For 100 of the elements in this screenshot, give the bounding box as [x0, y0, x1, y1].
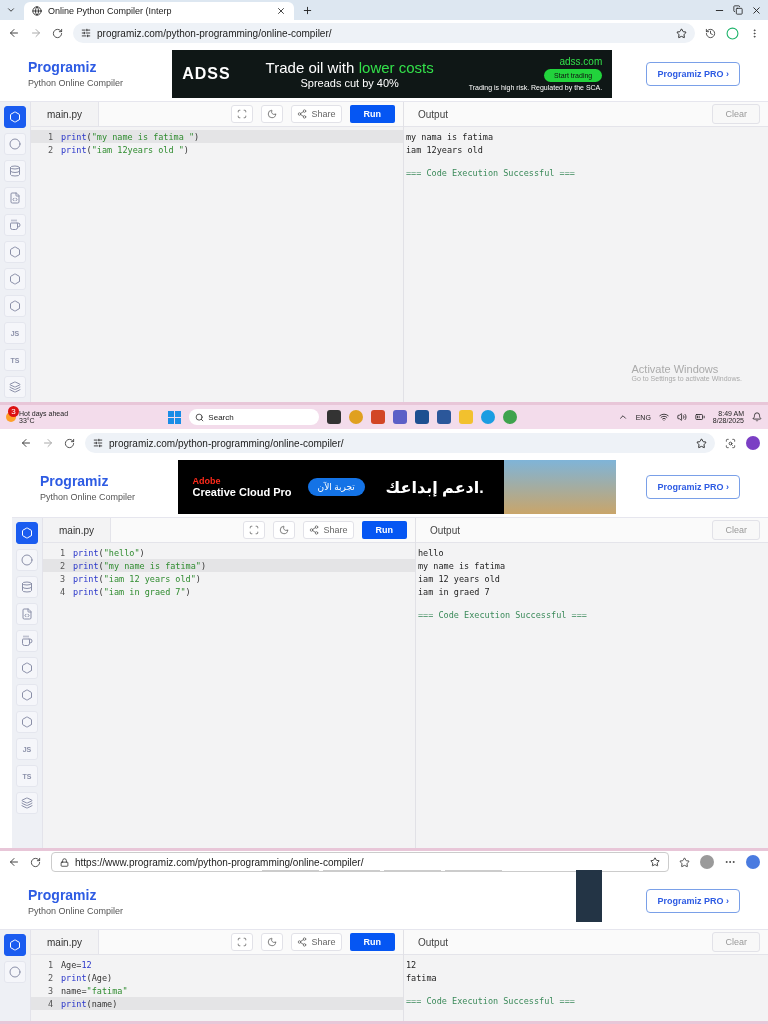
back-icon[interactable]	[20, 437, 32, 449]
profile-icon[interactable]	[726, 26, 739, 40]
assistant-icon[interactable]	[746, 855, 760, 869]
fullscreen-button[interactable]	[243, 521, 266, 539]
notification-bell-icon[interactable]	[752, 412, 762, 422]
line-number: 3	[46, 984, 54, 997]
ad-headline: ادعم إبداعك.	[384, 477, 485, 497]
reload-icon[interactable]	[52, 27, 63, 39]
output-line: iam 12 years old	[417, 572, 501, 585]
run-button[interactable]: Run	[349, 933, 395, 951]
coffee-cup-icon	[9, 219, 21, 231]
app-icon[interactable]	[327, 410, 342, 424]
fullscreen-icon	[249, 525, 260, 535]
document-app-icon[interactable]	[437, 410, 452, 424]
line-number: 2	[46, 143, 54, 156]
pro-button[interactable]: Programiz PRO ›	[646, 475, 740, 499]
logo-subtitle: Python Online Compiler	[40, 491, 137, 502]
code-line: name="fatima"	[61, 984, 129, 997]
notification-badge: 3	[8, 406, 19, 417]
line-number: 1	[31, 130, 61, 143]
browser-app-icon[interactable]	[503, 410, 518, 424]
execution-status: === Code Execution Successful ===	[405, 166, 576, 179]
database-icon	[9, 165, 21, 177]
history-icon[interactable]	[705, 27, 716, 39]
layers-icon	[21, 797, 33, 809]
hexagon-icon	[21, 716, 33, 728]
address-bar[interactable]: programiz.com/python-programming/online-compiler/	[85, 433, 715, 453]
tab-list-icon[interactable]	[6, 5, 16, 15]
line-number: 3	[58, 572, 66, 585]
browser-app-icon[interactable]	[481, 410, 496, 424]
share-button[interactable]: Share	[291, 933, 342, 951]
profile-avatar[interactable]	[700, 855, 714, 869]
theme-button[interactable]	[273, 521, 296, 539]
back-icon[interactable]	[8, 27, 20, 39]
chevron-up-icon[interactable]	[617, 412, 628, 422]
address-bar[interactable]: programiz.com/python-programming/online-compiler/	[73, 23, 695, 43]
code-line: print(Age)	[61, 971, 114, 984]
battery-icon[interactable]	[694, 412, 705, 422]
code-line: print("iam 12years old ")	[61, 143, 190, 156]
ad-tile	[576, 870, 603, 922]
hexagon-icon	[21, 689, 33, 701]
ad-highlight: lower costs	[358, 58, 434, 76]
fullscreen-button[interactable]	[231, 105, 254, 123]
line-number: 4	[58, 585, 66, 598]
address-bar[interactable]: https://www.programiz.com/python-programming/online-compiler/	[51, 852, 669, 872]
share-icon	[297, 109, 308, 119]
language-tab[interactable]	[4, 106, 26, 128]
output-line: my nama is fatima	[405, 130, 494, 143]
run-button[interactable]: Run	[361, 521, 407, 539]
close-icon[interactable]	[751, 4, 762, 16]
theme-button[interactable]	[261, 105, 284, 123]
coffee-cup-icon	[21, 635, 33, 647]
profile-avatar[interactable]	[746, 436, 760, 450]
bookmark-star-icon[interactable]	[696, 437, 707, 449]
fullscreen-button[interactable]	[231, 933, 254, 951]
store-app-icon[interactable]	[415, 410, 430, 424]
file-tab[interactable]: main.py	[31, 930, 99, 954]
pro-button[interactable]: Programiz PRO ›	[646, 889, 740, 913]
run-button[interactable]: Run	[349, 105, 395, 123]
reload-icon[interactable]	[64, 437, 75, 449]
hexagon-icon	[21, 662, 33, 674]
ad-brand: Adobe	[192, 476, 222, 486]
database-icon	[21, 581, 33, 593]
volume-icon[interactable]	[676, 412, 687, 422]
back-icon[interactable]	[8, 856, 20, 868]
theme-button[interactable]	[261, 933, 284, 951]
logo[interactable]: Programiz	[40, 472, 149, 489]
new-tab-icon[interactable]	[302, 4, 313, 16]
logo[interactable]: Programiz	[28, 886, 138, 903]
bookmark-star-icon[interactable]	[676, 27, 687, 39]
line-number: 2	[43, 559, 73, 572]
screenshot-search-icon[interactable]	[725, 437, 736, 449]
favorites-icon[interactable]	[679, 856, 690, 868]
language-tab[interactable]	[16, 522, 38, 544]
reload-icon[interactable]	[30, 856, 41, 868]
ad-cta[interactable]: تجربة الآن	[307, 478, 365, 496]
chat-app-icon[interactable]	[393, 410, 408, 424]
slides-app-icon[interactable]	[371, 410, 386, 424]
output-line: 12	[405, 958, 418, 971]
close-icon[interactable]	[276, 6, 286, 16]
share-button[interactable]: Share	[303, 521, 354, 539]
output-line: iam 12years old	[405, 143, 484, 156]
logo[interactable]: Programiz	[28, 59, 138, 75]
ad-product: Creative Cloud Pro	[192, 486, 292, 498]
share-button[interactable]: Share	[291, 105, 342, 123]
wifi-icon[interactable]	[658, 412, 669, 422]
favorite-star-icon[interactable]	[650, 857, 660, 867]
code-line: Age=12	[61, 958, 93, 971]
taskbar-search[interactable]: Search	[189, 409, 320, 425]
browser-tab[interactable]: Online Python Compiler (Interp	[24, 2, 294, 20]
file-tab[interactable]: main.py	[43, 518, 111, 542]
moon-icon	[279, 525, 290, 535]
output-line: hello	[417, 546, 445, 559]
execution-status: === Code Execution Successful ===	[405, 994, 576, 1007]
start-icon[interactable]	[168, 410, 182, 424]
restore-icon[interactable]	[733, 5, 743, 15]
ad-headline: Trade oil with	[265, 58, 355, 76]
language-tab[interactable]	[4, 934, 26, 956]
file-tab[interactable]: main.py	[31, 102, 99, 126]
pro-button[interactable]: Programiz PRO ›	[646, 61, 740, 86]
